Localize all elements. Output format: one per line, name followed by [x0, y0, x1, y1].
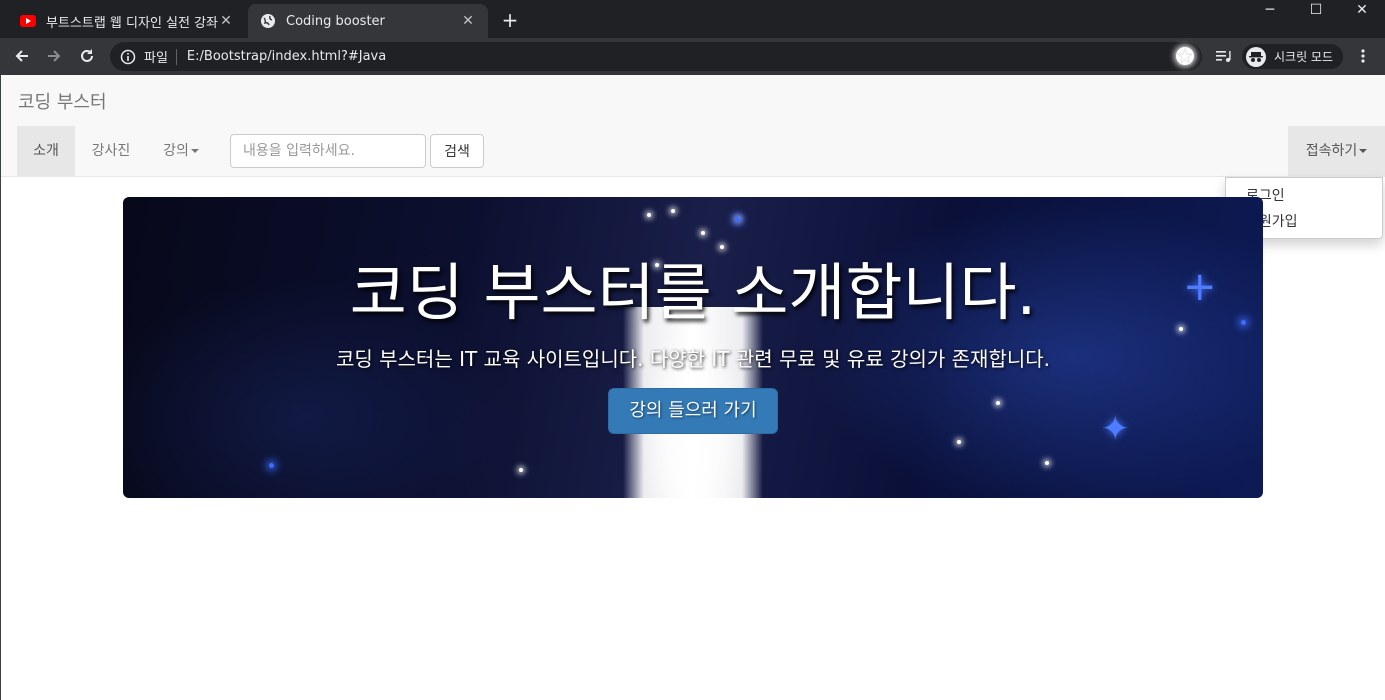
youtube-icon [20, 13, 36, 29]
incognito-label: 시크릿 모드 [1274, 50, 1334, 64]
incognito-icon [1246, 46, 1266, 67]
sparkle-decoration: ✦ [1101, 409, 1130, 449]
hero-subtitle: 코딩 부스터는 IT 교육 사이트입니다. 다양한 IT 관련 무료 및 유료 … [335, 347, 1051, 371]
search-input[interactable] [230, 134, 426, 168]
media-queue-icon[interactable] [1211, 43, 1237, 69]
new-tab-button[interactable]: + [498, 8, 522, 32]
globe-icon [260, 13, 276, 29]
back-icon[interactable] [9, 43, 35, 69]
star-decoration [1045, 461, 1049, 465]
nav-item-courses[interactable]: 강의 [147, 126, 215, 176]
address-bar[interactable]: 파일 E:/Bootstrap/index.html?#Java [110, 42, 1202, 71]
close-window-icon[interactable]: ✕ [1339, 0, 1385, 22]
window-border [0, 75, 1, 700]
tab-title: 부트스트랩 웹 디자인 실전 강좌 [46, 15, 218, 31]
star-decoration [996, 401, 1000, 405]
caret-down-icon [1359, 149, 1368, 153]
incognito-badge[interactable]: 시크릿 모드 [1242, 44, 1344, 69]
close-tab-icon[interactable]: ✕ [460, 13, 476, 29]
search-button[interactable]: 검색 [430, 134, 484, 168]
star-decoration [671, 209, 675, 213]
caret-down-icon [190, 149, 199, 153]
star-decoration [701, 231, 705, 235]
divider [175, 48, 177, 65]
nav-item-label: 강의 [163, 143, 189, 159]
tab-youtube[interactable]: 부트스트랩 웹 디자인 실전 강좌 ✕ [8, 4, 246, 38]
connect-dropdown-toggle[interactable]: 접속하기 [1288, 126, 1385, 176]
star-decoration [720, 245, 724, 249]
url-text[interactable]: E:/Bootstrap/index.html?#Java [187, 49, 386, 64]
star-decoration [647, 213, 651, 217]
maximize-icon[interactable]: ☐ [1293, 0, 1339, 22]
info-icon[interactable] [120, 49, 136, 65]
tab-title: Coding booster [286, 13, 385, 29]
bookmark-star-icon[interactable] [1176, 47, 1194, 65]
browser-tab-strip: 부트스트랩 웹 디자인 실전 강좌 ✕ Coding booster ✕ + ─… [0, 0, 1385, 38]
nav-item-intro[interactable]: 소개 [17, 126, 75, 176]
site-navbar: 코딩 부스터 소개 강사진 강의 검색 접속하기 [0, 75, 1385, 177]
connect-label: 접속하기 [1305, 143, 1358, 159]
minimize-icon[interactable]: ─ [1247, 0, 1293, 22]
star-decoration [735, 217, 740, 222]
go-to-courses-button[interactable]: 강의 들으러 가기 [608, 388, 778, 434]
scheme-label: 파일 [144, 51, 168, 66]
nav-item-label: 소개 [33, 143, 59, 159]
browser-toolbar: 파일 E:/Bootstrap/index.html?#Java 시크릿 모드 [0, 38, 1385, 75]
star-decoration [269, 463, 274, 468]
star-decoration [519, 468, 523, 472]
tab-coding-booster[interactable]: Coding booster ✕ [248, 4, 488, 38]
site-brand[interactable]: 코딩 부스터 [18, 88, 107, 114]
star-decoration [957, 440, 961, 444]
close-tab-icon[interactable]: ✕ [218, 13, 234, 29]
nav-item-instructors[interactable]: 강사진 [75, 126, 147, 176]
hero-title: 코딩 부스터를 소개합니다. [349, 256, 1037, 329]
web-page: 코딩 부스터 소개 강사진 강의 검색 접속하기 로그인 회원가입 [0, 75, 1385, 700]
nav-item-label: 강사진 [91, 143, 131, 159]
reload-icon[interactable] [74, 43, 100, 69]
hero-jumbotron: + ✦ 코딩 부스터를 소개합니다. 코딩 부스터는 IT 교육 사이트입니다.… [123, 197, 1263, 498]
menu-kebab-icon[interactable] [1350, 43, 1376, 69]
forward-icon[interactable] [41, 43, 67, 69]
